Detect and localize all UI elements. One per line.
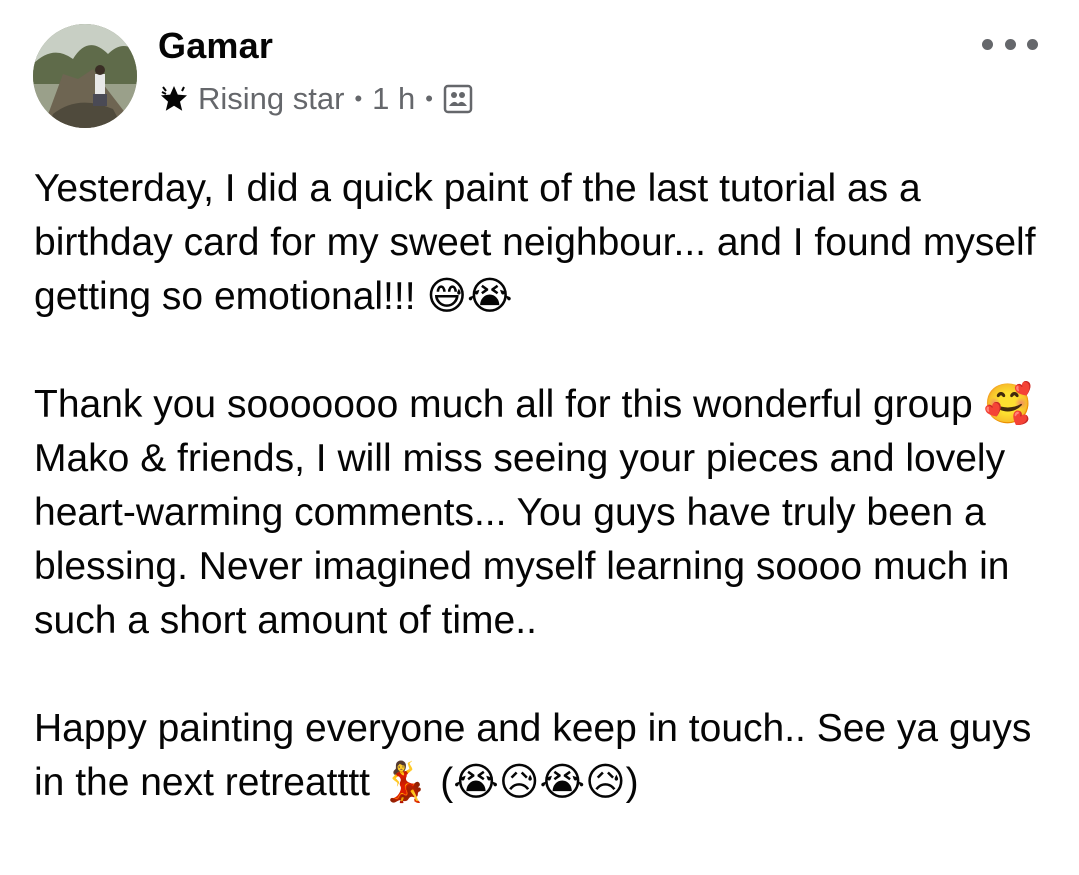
post-paragraph: Thank you sooooooo much all for this won… <box>34 383 1033 642</box>
rising-star-badge[interactable]: Rising star <box>198 81 344 117</box>
dot-icon <box>1004 38 1016 50</box>
star-icon <box>158 83 190 115</box>
post-timestamp[interactable]: 1 h <box>372 81 415 117</box>
post-text: Yesterday, I did a quick paint of the la… <box>34 162 1064 810</box>
dot-icon <box>982 38 993 50</box>
dot-icon <box>1027 38 1038 50</box>
more-options-icon[interactable] <box>982 26 1038 62</box>
post-paragraph: Happy painting everyone and keep in touc… <box>34 707 1032 804</box>
author-avatar[interactable] <box>33 24 137 128</box>
group-members-icon[interactable] <box>443 84 473 114</box>
author-name[interactable]: Gamar <box>158 25 273 67</box>
separator-dot: • <box>425 86 433 111</box>
post-card: Gamar Rising star • 1 h • Yesterday, I d… <box>0 0 1079 875</box>
post-meta: Rising star • 1 h • <box>158 80 473 118</box>
post-paragraph: Yesterday, I did a quick paint of the la… <box>34 167 1036 318</box>
separator-dot: • <box>354 86 363 111</box>
avatar-photo <box>33 24 137 128</box>
